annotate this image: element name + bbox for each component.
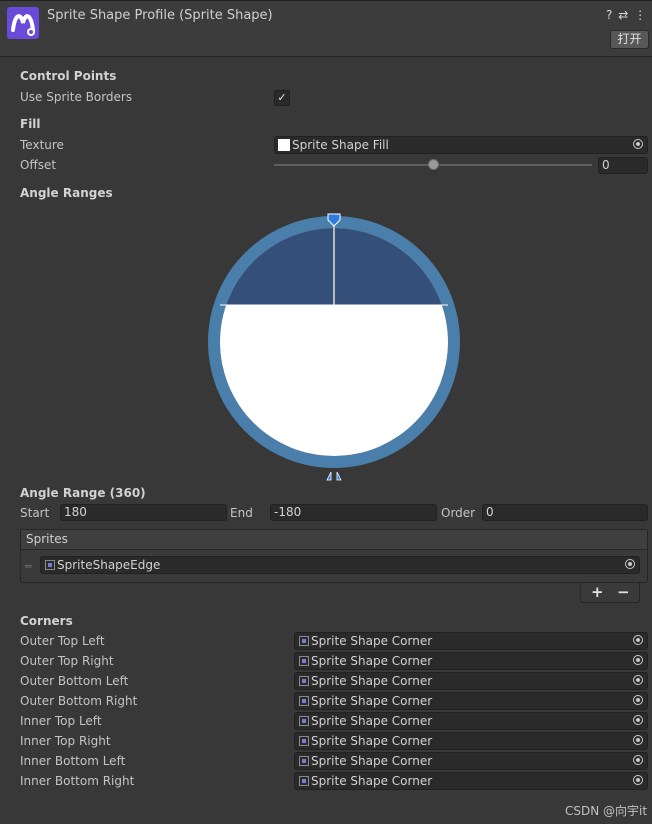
- corner-value: Sprite Shape Corner: [311, 774, 433, 788]
- object-picker-icon[interactable]: [633, 715, 643, 725]
- object-picker-icon[interactable]: [633, 695, 643, 705]
- sprite-asset-icon: [299, 636, 309, 646]
- corner-label-outer-bottom-left: Outer Bottom Left: [20, 674, 129, 688]
- texture-label: Texture: [20, 138, 64, 152]
- corner-value: Sprite Shape Corner: [311, 754, 433, 768]
- texture-field[interactable]: Sprite Shape Fill: [274, 136, 648, 154]
- corner-value: Sprite Shape Corner: [311, 634, 433, 648]
- corner-field-outer-top-right[interactable]: Sprite Shape Corner: [294, 652, 648, 670]
- corner-field-inner-bottom-left[interactable]: Sprite Shape Corner: [294, 752, 648, 770]
- sprite-asset-icon: [299, 736, 309, 746]
- corner-field-outer-bottom-left[interactable]: Sprite Shape Corner: [294, 672, 648, 690]
- sprite-asset-icon: [299, 716, 309, 726]
- white-texture-swatch: [278, 139, 290, 151]
- offset-slider-handle[interactable]: [427, 159, 439, 170]
- corner-label-inner-bottom-right: Inner Bottom Right: [20, 774, 135, 788]
- end-input[interactable]: -180: [270, 504, 437, 521]
- drag-handle-icon[interactable]: ═: [25, 560, 32, 573]
- list-add-remove-controls: + −: [580, 583, 640, 603]
- corner-value: Sprite Shape Corner: [311, 694, 433, 708]
- corner-label-outer-top-left: Outer Top Left: [20, 634, 105, 648]
- object-picker-icon[interactable]: [633, 635, 643, 645]
- corner-label-inner-bottom-left: Inner Bottom Left: [20, 754, 126, 768]
- section-corners: Corners: [20, 614, 73, 628]
- object-picker-icon[interactable]: [633, 755, 643, 765]
- preset-icon[interactable]: ⇄: [618, 8, 629, 22]
- remove-sprite-button[interactable]: −: [617, 583, 630, 601]
- sprite-asset-icon: [45, 560, 55, 570]
- angle-range-title: Angle Range (360): [20, 486, 146, 500]
- end-label: End: [230, 506, 253, 520]
- texture-value: Sprite Shape Fill: [292, 138, 389, 152]
- use-sprite-borders-checkbox[interactable]: ✓: [274, 90, 290, 106]
- corner-field-outer-top-left[interactable]: Sprite Shape Corner: [294, 632, 648, 650]
- sprite-shape-profile-icon: [7, 7, 39, 39]
- sprite-asset-icon: [299, 656, 309, 666]
- start-input[interactable]: 180: [60, 504, 227, 521]
- order-input[interactable]: 0: [482, 504, 648, 521]
- start-label: Start: [20, 506, 50, 520]
- object-picker-icon[interactable]: [633, 139, 643, 149]
- corner-value: Sprite Shape Corner: [311, 674, 433, 688]
- add-sprite-button[interactable]: +: [591, 583, 604, 601]
- sprite-asset-icon: [299, 776, 309, 786]
- corner-label-outer-bottom-right: Outer Bottom Right: [20, 694, 138, 708]
- section-angle-ranges: Angle Ranges: [20, 186, 113, 200]
- watermark: CSDN @向宇it: [565, 804, 648, 818]
- corner-label-inner-top-left: Inner Top Left: [20, 714, 102, 728]
- inspector-title: Sprite Shape Profile (Sprite Shape): [47, 8, 273, 23]
- sprite-edge-field[interactable]: SpriteShapeEdge: [40, 556, 640, 574]
- corner-field-inner-bottom-right[interactable]: Sprite Shape Corner: [294, 772, 648, 790]
- sprites-list-header: Sprites: [21, 530, 647, 550]
- top-border: [0, 0, 652, 1]
- range-handle-bottom-icon[interactable]: [326, 471, 342, 481]
- sprite-edge-value: SpriteShapeEdge: [57, 558, 161, 572]
- section-control-points: Control Points: [20, 69, 117, 83]
- angle-range-editor[interactable]: [200, 208, 468, 486]
- sprite-asset-icon: [299, 676, 309, 686]
- header-tool-icons[interactable]: ? ⇄ ⋮: [606, 8, 647, 22]
- corner-value: Sprite Shape Corner: [311, 734, 433, 748]
- corner-label-outer-top-right: Outer Top Right: [20, 654, 114, 668]
- order-label: Order: [441, 506, 476, 520]
- kebab-menu-icon[interactable]: ⋮: [634, 8, 647, 22]
- sprite-asset-icon: [299, 696, 309, 706]
- corner-field-inner-top-left[interactable]: Sprite Shape Corner: [294, 712, 648, 730]
- object-picker-icon[interactable]: [633, 675, 643, 685]
- corner-label-inner-top-right: Inner Top Right: [20, 734, 111, 748]
- corner-field-outer-bottom-right[interactable]: Sprite Shape Corner: [294, 692, 648, 710]
- sprites-header-label: Sprites: [26, 532, 68, 546]
- offset-input[interactable]: 0: [598, 157, 648, 174]
- corner-value: Sprite Shape Corner: [311, 714, 433, 728]
- object-picker-icon[interactable]: [633, 775, 643, 785]
- sprite-asset-icon: [299, 756, 309, 766]
- corner-value: Sprite Shape Corner: [311, 654, 433, 668]
- object-picker-icon[interactable]: [625, 559, 635, 569]
- offset-label: Offset: [20, 158, 57, 172]
- object-picker-icon[interactable]: [633, 655, 643, 665]
- checkmark-icon: ✓: [277, 91, 287, 104]
- open-button[interactable]: 打开: [610, 30, 649, 49]
- use-sprite-borders-label: Use Sprite Borders: [20, 90, 133, 104]
- section-fill: Fill: [20, 117, 41, 131]
- corner-field-inner-top-right[interactable]: Sprite Shape Corner: [294, 732, 648, 750]
- object-picker-icon[interactable]: [633, 735, 643, 745]
- help-icon[interactable]: ?: [606, 8, 613, 22]
